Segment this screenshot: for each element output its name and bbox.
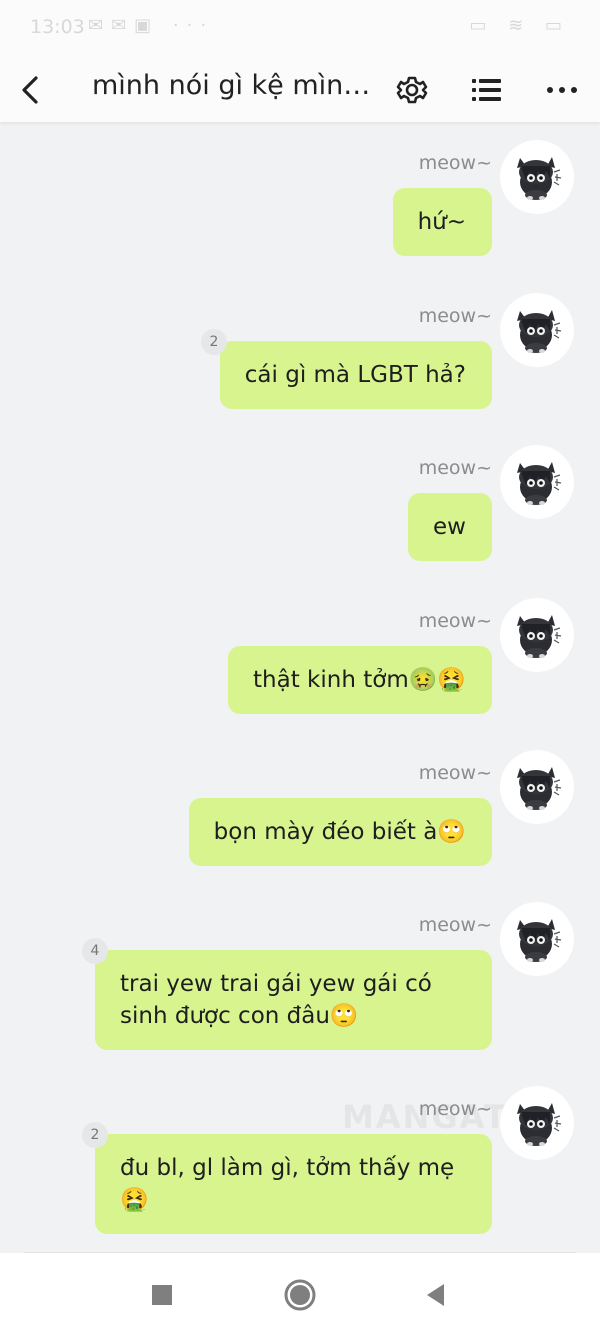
message-bubble[interactable]: cái gì mà LGBT hả?	[219, 341, 492, 409]
system-status-icons: ▭ ≋ ▭	[469, 15, 570, 36]
home-button[interactable]	[280, 1275, 320, 1315]
reply-count-badge[interactable]: 4	[82, 938, 108, 964]
message-text-line: sinh được con đâu🙄	[120, 1003, 359, 1029]
cat-avatar-icon	[500, 750, 574, 824]
back-arrow-icon	[22, 76, 38, 104]
gear-icon	[396, 76, 428, 104]
sender-name: meow~	[418, 305, 492, 327]
sender-name: meow~	[418, 762, 492, 784]
square-icon	[152, 1285, 172, 1305]
cat-avatar-icon	[500, 1086, 574, 1160]
status-time: 13:03	[30, 16, 85, 38]
chapter-list-button[interactable]	[466, 68, 506, 112]
message-text-line: đu bl, gl làm gì, tởm thấy mẹ	[120, 1155, 455, 1181]
avatar[interactable]	[500, 140, 574, 214]
sender-name: meow~	[418, 457, 492, 479]
avatar[interactable]	[500, 902, 574, 976]
message-bubble[interactable]: trai yew trai gái yew gái có sinh được c…	[95, 950, 492, 1050]
message-text: ew	[433, 514, 466, 540]
cat-avatar-icon	[500, 140, 574, 214]
message-bubble[interactable]: hứ~	[392, 188, 492, 256]
list-icon	[472, 79, 501, 101]
cat-avatar-icon	[500, 445, 574, 519]
chat-header: mình nói gì kệ mình...	[0, 58, 600, 122]
more-dots-icon	[547, 87, 577, 93]
triangle-back-icon	[427, 1284, 444, 1306]
sender-name: meow~	[418, 914, 492, 936]
more-options-button[interactable]	[542, 68, 582, 112]
sender-name: meow~	[418, 610, 492, 632]
sender-name: meow~	[418, 1098, 492, 1120]
recent-apps-button[interactable]	[142, 1275, 182, 1315]
cat-avatar-icon	[500, 902, 574, 976]
reply-count-badge[interactable]: 2	[201, 329, 227, 355]
notification-icons: ✉✉▣ ···	[88, 15, 215, 36]
avatar[interactable]	[500, 750, 574, 824]
message-text: cái gì mà LGBT hả?	[244, 362, 466, 388]
cat-avatar-icon	[500, 293, 574, 367]
reply-count-badge[interactable]: 2	[82, 1122, 108, 1148]
message-text-line: 🤮	[120, 1187, 149, 1213]
sender-name: meow~	[418, 152, 492, 174]
avatar[interactable]	[500, 293, 574, 367]
back-nav-button[interactable]	[418, 1275, 458, 1315]
circle-icon	[284, 1279, 316, 1311]
settings-button[interactable]	[392, 68, 432, 112]
message-text-line: trai yew trai gái yew gái có	[120, 971, 432, 997]
back-button[interactable]	[14, 68, 54, 112]
message-text: thật kinh tởm🤢🤮	[253, 667, 466, 693]
chat-title: mình nói gì kệ mình...	[92, 70, 382, 101]
system-nav-bar	[0, 1253, 600, 1333]
message-bubble[interactable]: bọn mày đéo biết à🙄	[188, 798, 492, 866]
cat-avatar-icon	[500, 598, 574, 672]
message-text: hứ~	[417, 209, 466, 235]
status-bar: 13:03 ✉✉▣ ··· ▭ ≋ ▭	[0, 0, 600, 58]
message-text: bọn mày đéo biết à🙄	[213, 819, 466, 845]
message-bubble[interactable]: ew	[408, 493, 492, 561]
message-bubble[interactable]: đu bl, gl làm gì, tởm thấy mẹ 🤮	[95, 1134, 492, 1234]
avatar[interactable]	[500, 1086, 574, 1160]
avatar[interactable]	[500, 445, 574, 519]
message-bubble[interactable]: thật kinh tởm🤢🤮	[228, 646, 492, 714]
avatar[interactable]	[500, 598, 574, 672]
